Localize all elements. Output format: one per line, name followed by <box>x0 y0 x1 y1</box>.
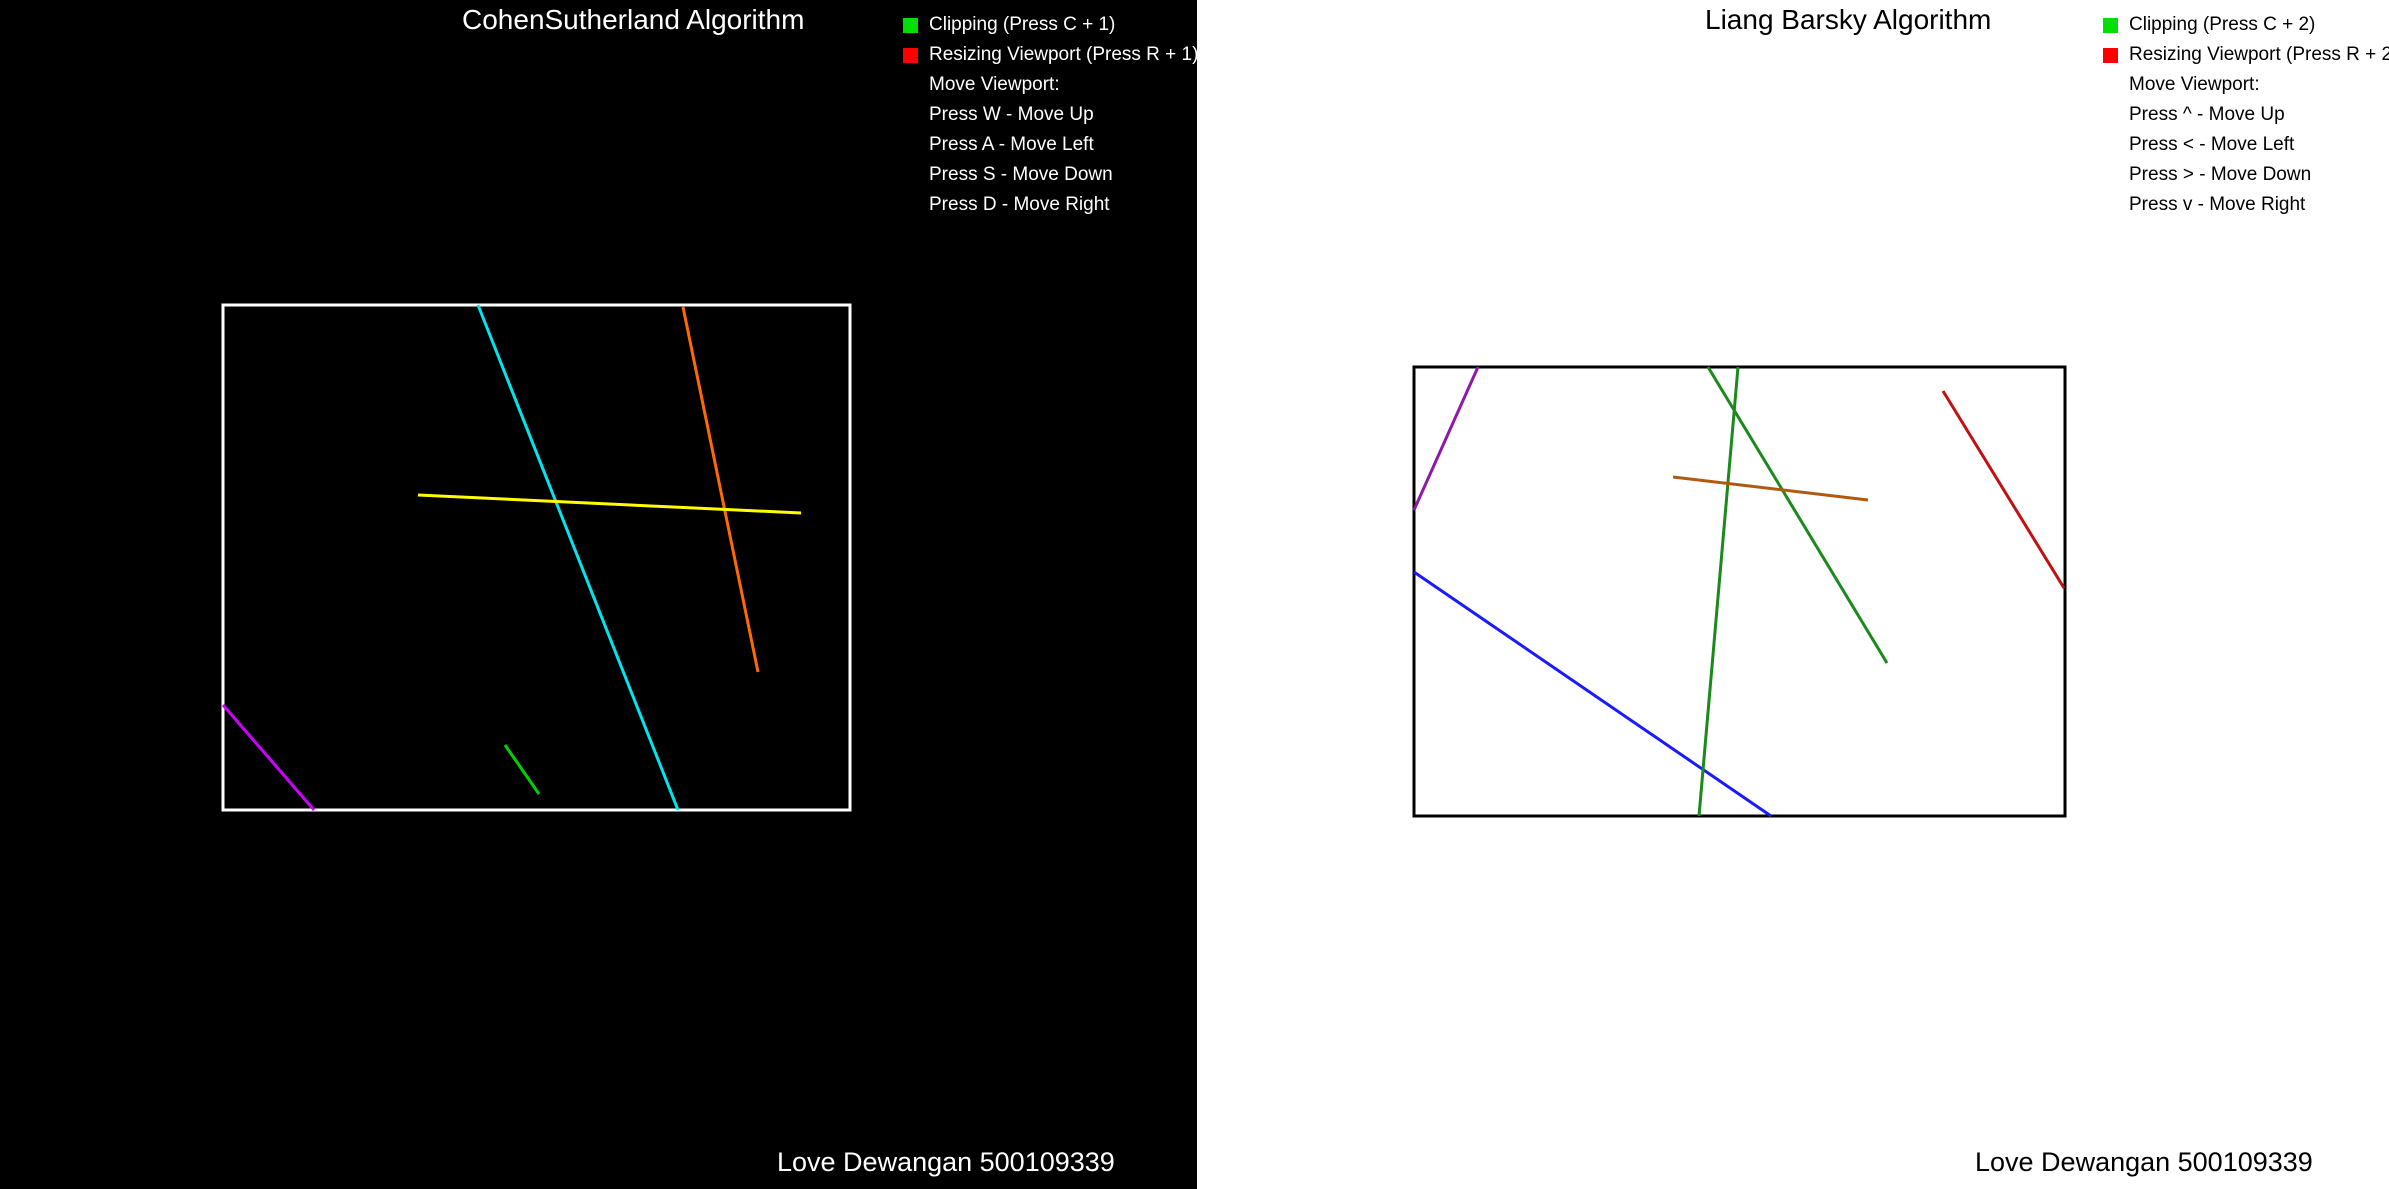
viewport-rectangle[interactable] <box>1412 365 2067 818</box>
legend-move-right: Press v - Move Right <box>2129 194 2306 215</box>
legend-clipping: Clipping (Press C + 2) <box>2103 10 2389 40</box>
author-footer: Love Dewangan 500109339 <box>1975 1147 2313 1177</box>
liang-barsky-panel: Liang Barsky Algorithm Clipping (Press C… <box>1197 0 2389 1189</box>
controls-legend: Clipping (Press C + 2) Resizing Viewport… <box>2103 10 2389 220</box>
legend-clipping-label: Clipping (Press C + 1) <box>929 14 1116 35</box>
legend-move-up: Press W - Move Up <box>929 104 1094 125</box>
legend-move-right: Press D - Move Right <box>929 194 1110 215</box>
controls-legend: Clipping (Press C + 1) Resizing Viewport… <box>903 10 1197 220</box>
legend-move-left: Press A - Move Left <box>929 134 1094 155</box>
legend-resizing: Resizing Viewport (Press R + 2) <box>2103 40 2389 70</box>
page-title: Liang Barsky Algorithm <box>1705 4 1992 35</box>
author-footer: Love Dewangan 500109339 <box>777 1147 1115 1177</box>
legend-move-header: Move Viewport: <box>929 74 1060 95</box>
clipped-line-brown <box>1672 475 1869 502</box>
page-title: CohenSutherland Algorithm <box>462 4 805 35</box>
clipped-line-purple <box>221 704 316 811</box>
cohen-sutherland-panel: CohenSutherland Algorithm Clipping (Pres… <box>0 0 1197 1189</box>
legend-move-header: Move Viewport: <box>2129 74 2260 95</box>
legend-resizing-label: Resizing Viewport (Press R + 2) <box>2129 44 2389 65</box>
clipped-line-purple <box>1412 366 1480 511</box>
red-square-icon <box>2103 47 2118 63</box>
clipped-line-green-diagonal <box>1706 366 1889 664</box>
legend-move-down: Press S - Move Down <box>929 164 1113 185</box>
clipped-line-orange <box>681 306 760 673</box>
legend-resizing-label: Resizing Viewport (Press R + 1) <box>929 44 1197 65</box>
legend-clipping-label: Clipping (Press C + 2) <box>2129 14 2316 35</box>
legend-move-left: Press < - Move Left <box>2129 134 2295 155</box>
legend-resizing: Resizing Viewport (Press R + 1) <box>903 40 1197 70</box>
clipped-line-red <box>1941 390 2066 589</box>
legend-move-up: Press ^ - Move Up <box>2129 104 2285 125</box>
legend-clipping: Clipping (Press C + 1) <box>903 10 1197 40</box>
clipped-line-green <box>503 744 541 795</box>
green-square-icon <box>903 17 918 33</box>
legend-move-down: Press > - Move Down <box>2129 164 2312 185</box>
clipped-line-green-vertical <box>1697 366 1740 817</box>
clipped-line-cyan <box>476 304 680 811</box>
clipped-line-yellow <box>417 493 802 515</box>
red-square-icon <box>903 47 918 63</box>
viewport-rectangle[interactable] <box>221 303 852 812</box>
green-square-icon <box>2103 17 2118 33</box>
